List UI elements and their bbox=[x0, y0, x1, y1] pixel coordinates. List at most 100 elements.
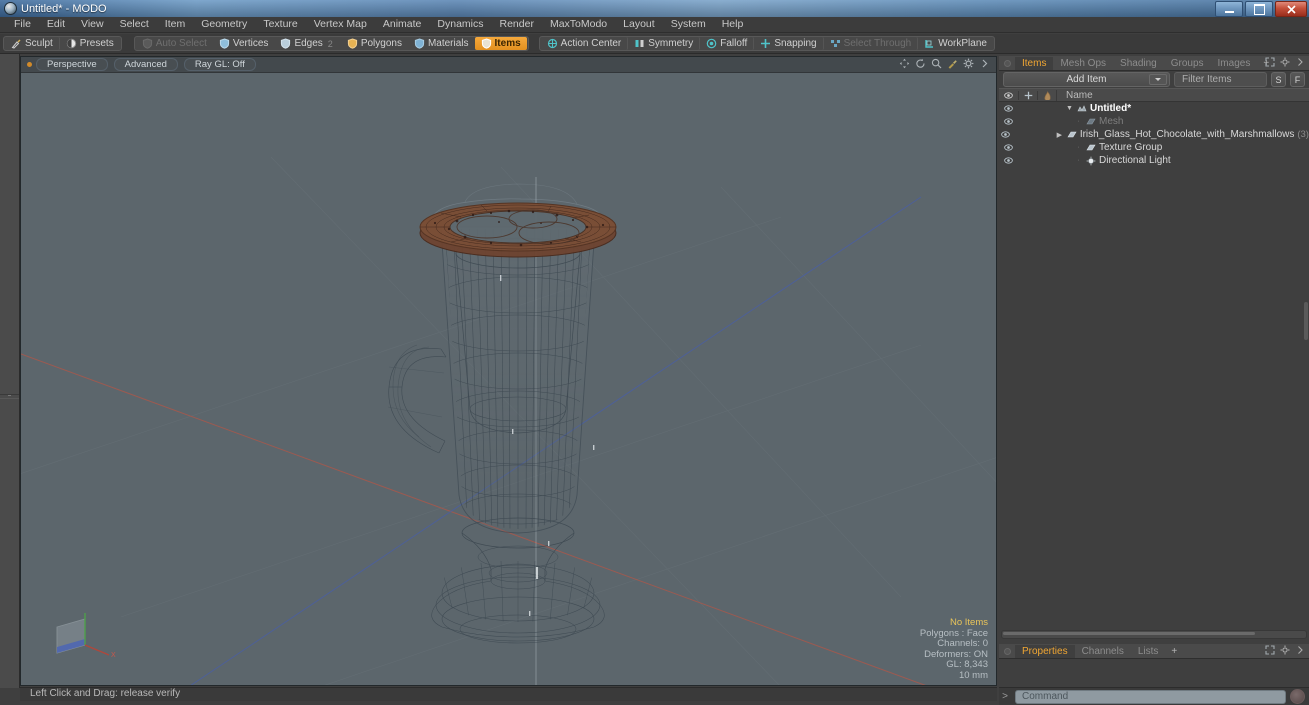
chevron-down-icon[interactable] bbox=[1149, 74, 1167, 85]
table-row[interactable]: ▼ Untitled* bbox=[999, 102, 1309, 115]
row-name-cell[interactable]: ▶ Irish_Glass_Hot_Chocolate_with_Marshma… bbox=[1035, 129, 1309, 140]
presets-button[interactable]: Presets bbox=[60, 37, 120, 50]
menu-help[interactable]: Help bbox=[714, 17, 752, 32]
menu-edit[interactable]: Edit bbox=[39, 17, 73, 32]
tab-items[interactable]: Items bbox=[1015, 56, 1054, 70]
tab-add[interactable]: + bbox=[1165, 645, 1183, 658]
gear-icon[interactable] bbox=[1280, 645, 1290, 655]
filter-f-button[interactable]: F bbox=[1290, 72, 1305, 87]
mesh-icon bbox=[1086, 143, 1096, 153]
tab-shading[interactable]: Shading bbox=[1113, 57, 1164, 70]
item-list-vertical-scrollbar[interactable] bbox=[1304, 302, 1308, 340]
table-row[interactable]: · Mesh bbox=[999, 115, 1309, 128]
menu-system[interactable]: System bbox=[663, 17, 714, 32]
mesh-topping bbox=[419, 202, 617, 258]
symmetry-button[interactable]: Symmetry bbox=[628, 37, 701, 50]
filter-s-button[interactable]: S bbox=[1271, 72, 1286, 87]
symmetry-icon bbox=[634, 38, 645, 49]
3d-viewport[interactable]: Perspective Advanced Ray GL: Off No Item… bbox=[20, 56, 997, 686]
workplane-gizmo[interactable]: X bbox=[49, 601, 121, 663]
pan-icon[interactable] bbox=[899, 58, 910, 69]
row-name-cell[interactable]: · Mesh bbox=[1054, 116, 1309, 127]
mode-edges[interactable]: Edges 2 bbox=[274, 37, 340, 50]
row-visibility-toggle[interactable] bbox=[999, 130, 1011, 139]
viewport-indicator-dot bbox=[27, 62, 32, 67]
viewport-tab-raygl[interactable]: Ray GL: Off bbox=[183, 58, 256, 71]
viewport-tab-perspective[interactable]: Perspective bbox=[36, 58, 108, 71]
disclosure-placeholder-icon: · bbox=[1077, 157, 1080, 164]
menu-maxtomodo[interactable]: MaxToModo bbox=[542, 17, 615, 32]
lock-icon bbox=[1024, 91, 1032, 99]
tab-mesh-ops[interactable]: Mesh Ops bbox=[1053, 57, 1113, 70]
table-row[interactable]: ▶ Irish_Glass_Hot_Chocolate_with_Marshma… bbox=[999, 128, 1309, 141]
gear-icon[interactable] bbox=[1280, 57, 1290, 67]
row-visibility-toggle[interactable] bbox=[999, 156, 1018, 165]
tab-lists[interactable]: Lists bbox=[1131, 645, 1166, 658]
chevron-right-icon[interactable] bbox=[1295, 57, 1305, 67]
command-input[interactable]: Command bbox=[1015, 689, 1286, 704]
right-panel: Items Mesh Ops Shading Groups Images + A… bbox=[999, 56, 1309, 705]
add-item-button[interactable]: Add Item bbox=[1003, 72, 1170, 87]
record-icon[interactable] bbox=[1290, 689, 1305, 704]
gear-icon[interactable] bbox=[963, 58, 974, 69]
menu-vertex-map[interactable]: Vertex Map bbox=[306, 17, 375, 32]
expand-icon[interactable] bbox=[1265, 645, 1275, 655]
close-button[interactable] bbox=[1275, 1, 1307, 17]
tab-groups[interactable]: Groups bbox=[1164, 57, 1211, 70]
disclosure-placeholder-icon: · bbox=[1077, 144, 1080, 151]
menu-dynamics[interactable]: Dynamics bbox=[429, 17, 491, 32]
minimize-button[interactable] bbox=[1215, 1, 1243, 17]
action-center-button[interactable]: Action Center bbox=[541, 37, 629, 50]
chevron-right-icon[interactable] bbox=[979, 58, 990, 69]
mode-materials[interactable]: Materials bbox=[408, 37, 475, 50]
menu-layout[interactable]: Layout bbox=[615, 17, 663, 32]
column-render[interactable] bbox=[1037, 90, 1056, 100]
menu-view[interactable]: View bbox=[73, 17, 112, 32]
row-name-cell[interactable]: ▼ Untitled* bbox=[1054, 103, 1309, 114]
scrollbar-thumb[interactable] bbox=[1003, 632, 1255, 635]
row-visibility-toggle[interactable] bbox=[999, 104, 1018, 113]
menu-texture[interactable]: Texture bbox=[255, 17, 305, 32]
tab-channels[interactable]: Channels bbox=[1075, 645, 1131, 658]
mode-polygons[interactable]: Polygons bbox=[341, 37, 408, 50]
viewport-tab-advanced[interactable]: Advanced bbox=[113, 58, 178, 71]
menu-animate[interactable]: Animate bbox=[375, 17, 430, 32]
column-lock[interactable] bbox=[1018, 90, 1037, 100]
row-visibility-toggle[interactable] bbox=[999, 143, 1018, 152]
menu-render[interactable]: Render bbox=[492, 17, 542, 32]
modo-application-window: Untitled* - MODO File Edit View Select I… bbox=[0, 0, 1309, 705]
chevron-right-icon[interactable] bbox=[1295, 645, 1305, 655]
select-through-button[interactable]: Select Through bbox=[824, 37, 919, 50]
maximize-button[interactable] bbox=[1245, 1, 1273, 17]
mode-vertices[interactable]: Vertices bbox=[213, 37, 275, 50]
workplane-button[interactable]: WorkPlane bbox=[918, 37, 993, 50]
tab-properties[interactable]: Properties bbox=[1015, 644, 1075, 658]
row-name-cell[interactable]: · Texture Group bbox=[1054, 142, 1309, 153]
snapping-button[interactable]: Snapping bbox=[754, 37, 824, 50]
expand-icon[interactable] bbox=[1265, 57, 1275, 67]
paint-icon[interactable] bbox=[947, 58, 958, 69]
tab-images[interactable]: Images bbox=[1211, 57, 1258, 70]
menu-select[interactable]: Select bbox=[112, 17, 157, 32]
disclosure-triangle-closed-icon[interactable]: ▶ bbox=[1055, 131, 1064, 139]
mode-items[interactable]: Items bbox=[474, 37, 527, 50]
rotate-icon[interactable] bbox=[915, 58, 926, 69]
table-row[interactable]: · Directional Light bbox=[999, 154, 1309, 167]
menu-item[interactable]: Item bbox=[157, 17, 193, 32]
column-visibility[interactable] bbox=[999, 91, 1018, 100]
table-row[interactable]: · Texture Group bbox=[999, 141, 1309, 154]
menu-file[interactable]: File bbox=[6, 17, 39, 32]
mode-auto-select[interactable]: Auto Select bbox=[136, 37, 213, 50]
eye-icon bbox=[1000, 130, 1010, 139]
row-visibility-toggle[interactable] bbox=[999, 117, 1018, 126]
filter-items-input[interactable]: Filter Items bbox=[1174, 72, 1267, 87]
sculpt-button[interactable]: Sculpt bbox=[5, 37, 60, 50]
shield-icon bbox=[142, 38, 153, 49]
disclosure-triangle-open-icon[interactable]: ▼ bbox=[1065, 105, 1074, 112]
falloff-button[interactable]: Falloff bbox=[700, 37, 755, 50]
filter-placeholder-text: Filter Items bbox=[1182, 74, 1232, 85]
row-name-cell[interactable]: · Directional Light bbox=[1054, 155, 1309, 166]
item-list-horizontal-scrollbar[interactable] bbox=[1001, 630, 1307, 639]
zoom-icon[interactable] bbox=[931, 58, 942, 69]
menu-geometry[interactable]: Geometry bbox=[193, 17, 255, 32]
